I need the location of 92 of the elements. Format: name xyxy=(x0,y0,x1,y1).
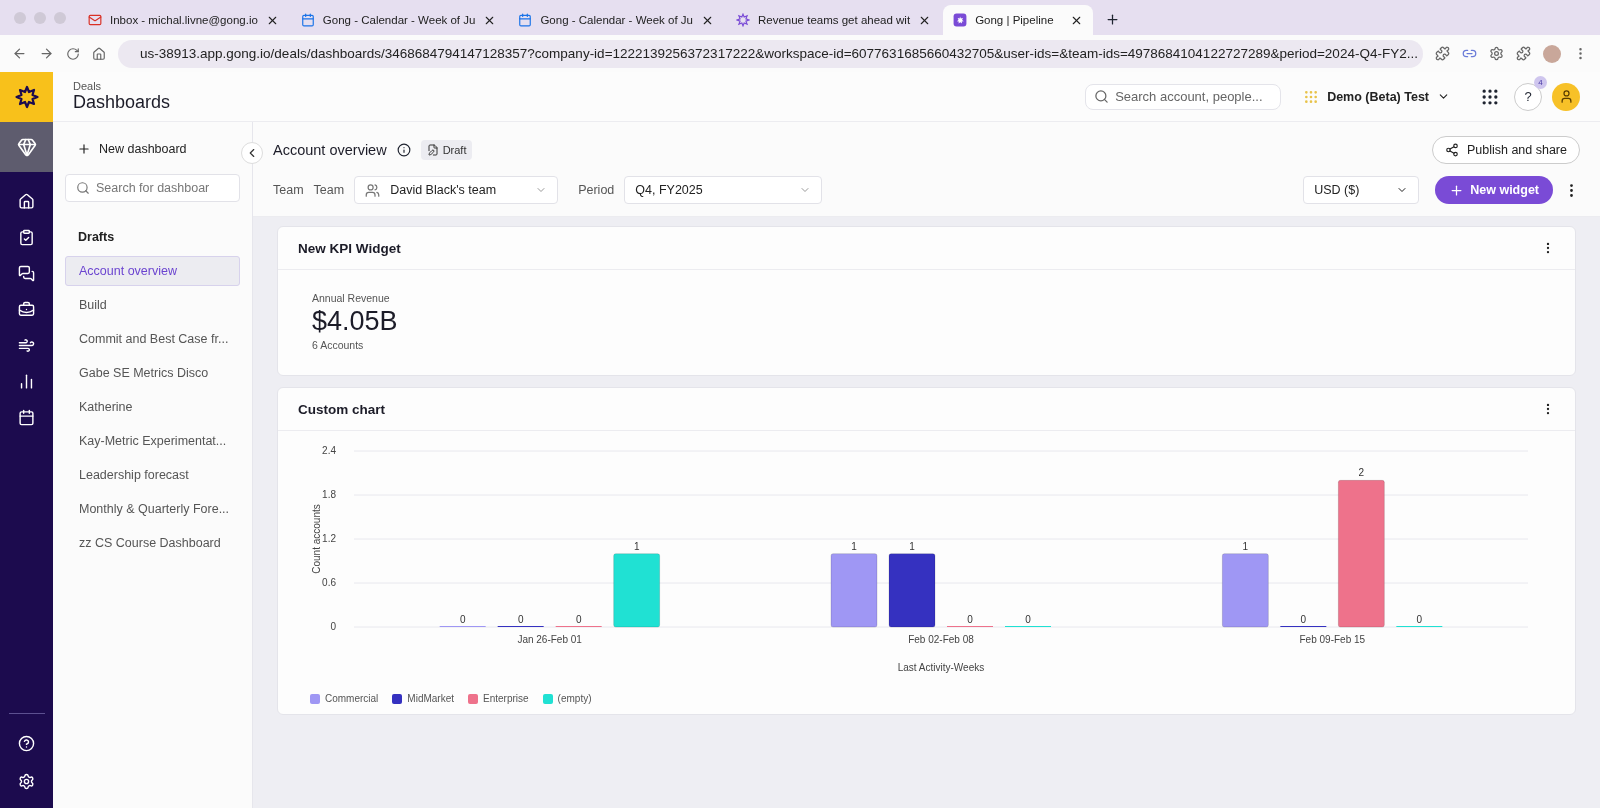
extension-icon[interactable] xyxy=(1435,46,1450,61)
data-label: 0 xyxy=(967,614,973,625)
publish-button[interactable]: Publish and share xyxy=(1431,136,1580,164)
search-field[interactable]: Search for dashboar xyxy=(65,174,240,202)
workspace-icon xyxy=(1303,88,1320,105)
page-title: Dashboards xyxy=(73,92,171,113)
browser-tab[interactable]: Gong - Calendar - Week of Ju xyxy=(508,5,724,35)
card-title: New KPI Widget xyxy=(298,240,402,256)
app-icon xyxy=(953,13,968,27)
status-badge: Draft xyxy=(420,140,473,160)
x-axis-title: Last Activity-Weeks xyxy=(897,662,985,673)
dashboard-list-item[interactable]: Build xyxy=(65,290,240,320)
dashboard-list-item[interactable]: Gabe SE Metrics Disco xyxy=(65,358,240,388)
dashboard-title: Account overview xyxy=(273,142,387,158)
window-minimize-dot[interactable] xyxy=(34,12,46,24)
starburst-icon xyxy=(735,13,750,27)
filter-label: Team xyxy=(273,183,304,197)
filter-label: Team xyxy=(313,183,345,197)
calendar-icon xyxy=(300,13,315,27)
back-icon[interactable] xyxy=(12,46,27,61)
url-text: us-38913.app.gong.io/deals/dashboards/3468684794147128357?company-id=1222139256372317222&workspace-id=6077631685660432705&user-ids=&team-ids=4978684104122727289&period=2024-Q4-FY2... xyxy=(140,46,1418,61)
dashboard-list-item[interactable]: Account overview xyxy=(65,256,240,286)
plus-icon xyxy=(1449,182,1465,198)
legend-item: Commercial xyxy=(310,693,379,704)
legend-item: (empty) xyxy=(542,693,592,704)
new-dashboard-button[interactable]: New dashboard xyxy=(65,138,240,160)
data-label: 0 xyxy=(517,614,524,625)
legend-item: MidMarket xyxy=(392,693,455,704)
user-avatar[interactable] xyxy=(1552,82,1580,111)
collapse-button[interactable] xyxy=(241,142,263,164)
draft-icon xyxy=(426,144,439,156)
data-label: 0 xyxy=(1025,614,1031,625)
currency-select[interactable]: USD ($) xyxy=(1303,176,1420,204)
x-tick-label: Feb 09-Feb 15 xyxy=(1299,634,1366,645)
y-tick-label: 2.4 xyxy=(322,445,336,456)
dashboard-list-item[interactable]: Monthly & Quarterly Fore... xyxy=(65,494,240,524)
window-close-dot[interactable] xyxy=(14,12,26,24)
calendar-icon xyxy=(518,13,533,27)
dashboard-list-item[interactable]: Katherine xyxy=(65,392,240,422)
y-axis-title: Count accounts xyxy=(311,504,322,574)
dashboard-list-item[interactable]: zz CS Course Dashboard xyxy=(65,528,240,558)
workspace-selector[interactable]: Demo (Beta) Test xyxy=(1303,88,1450,105)
data-label: 1 xyxy=(633,540,640,552)
browser-tab[interactable]: Inbox - michal.livne@gong.io xyxy=(78,5,289,35)
data-label: 0 xyxy=(575,614,582,625)
address-bar[interactable]: us-38913.app.gong.io/deals/dashboards/3468684794147128357?company-id=1222139256372317222&workspace-id=6077631685660432705&user-ids=&team-ids=4978684104122727289&period=2024-Q4-FY2... xyxy=(118,39,1423,68)
window-zoom-dot[interactable] xyxy=(54,12,66,24)
dashboard-list-item[interactable]: Commit and Best Case fr... xyxy=(65,324,240,354)
data-label: 0 xyxy=(1300,614,1307,625)
info-icon[interactable] xyxy=(396,143,411,157)
data-label: 0 xyxy=(459,614,466,625)
x-tick-label: Feb 02-Feb 08 xyxy=(908,634,974,645)
filter-label: Period xyxy=(578,183,615,197)
dashboard-list-item[interactable]: Leadership forecast xyxy=(65,460,240,490)
search-icon xyxy=(1094,89,1110,104)
data-label: 1 xyxy=(1242,540,1249,552)
logo-icon xyxy=(0,72,53,122)
browser-tab[interactable]: Revenue teams get ahead wit xyxy=(725,5,942,35)
users-icon xyxy=(365,182,381,198)
data-label: 1 xyxy=(851,540,857,552)
extensions-icon[interactable] xyxy=(1516,46,1531,61)
extension-icon[interactable] xyxy=(1489,46,1504,61)
share-icon xyxy=(1444,143,1459,157)
data-label: 0 xyxy=(1416,614,1423,625)
browser-tab[interactable]: Gong - Calendar - Week of Ju xyxy=(290,5,507,35)
new-tab-icon[interactable] xyxy=(1105,12,1121,27)
mail-icon xyxy=(88,13,102,27)
browser-tab[interactable]: Gong | Pipeline xyxy=(943,5,1094,35)
period-select[interactable]: Q4, FY2025 xyxy=(624,176,823,204)
notification-badge: 4 xyxy=(1534,75,1547,89)
data-label: 2 xyxy=(1358,467,1365,479)
y-tick-label: 0 xyxy=(330,621,336,632)
dashboard-list-item[interactable]: Kay-Metric Experimentat... xyxy=(65,426,240,456)
search-field[interactable]: Search account, people... xyxy=(1085,83,1282,110)
legend-item: Enterprise xyxy=(468,693,529,704)
card-title: Custom chart xyxy=(298,401,386,417)
x-tick-label: Jan 26-Feb 01 xyxy=(517,634,582,645)
y-tick-label: 1.2 xyxy=(322,533,336,544)
breadcrumb: Deals xyxy=(73,80,103,92)
forward-icon[interactable] xyxy=(39,46,54,61)
y-tick-label: 1.8 xyxy=(322,489,336,500)
kpi-label: Annual Revenue xyxy=(312,292,391,304)
kpi-caption: 6 Accounts xyxy=(312,339,365,351)
reload-icon[interactable] xyxy=(66,46,80,61)
y-tick-label: 0.6 xyxy=(322,577,336,588)
new-widget-button[interactable]: New widget xyxy=(1435,176,1553,204)
team-select[interactable]: David Black's team xyxy=(354,176,559,204)
search-icon xyxy=(76,181,90,195)
kpi-value: $4.05B xyxy=(312,306,399,337)
section-heading: Drafts xyxy=(78,230,116,244)
data-label: 1 xyxy=(909,540,915,552)
plus-icon xyxy=(77,142,91,156)
